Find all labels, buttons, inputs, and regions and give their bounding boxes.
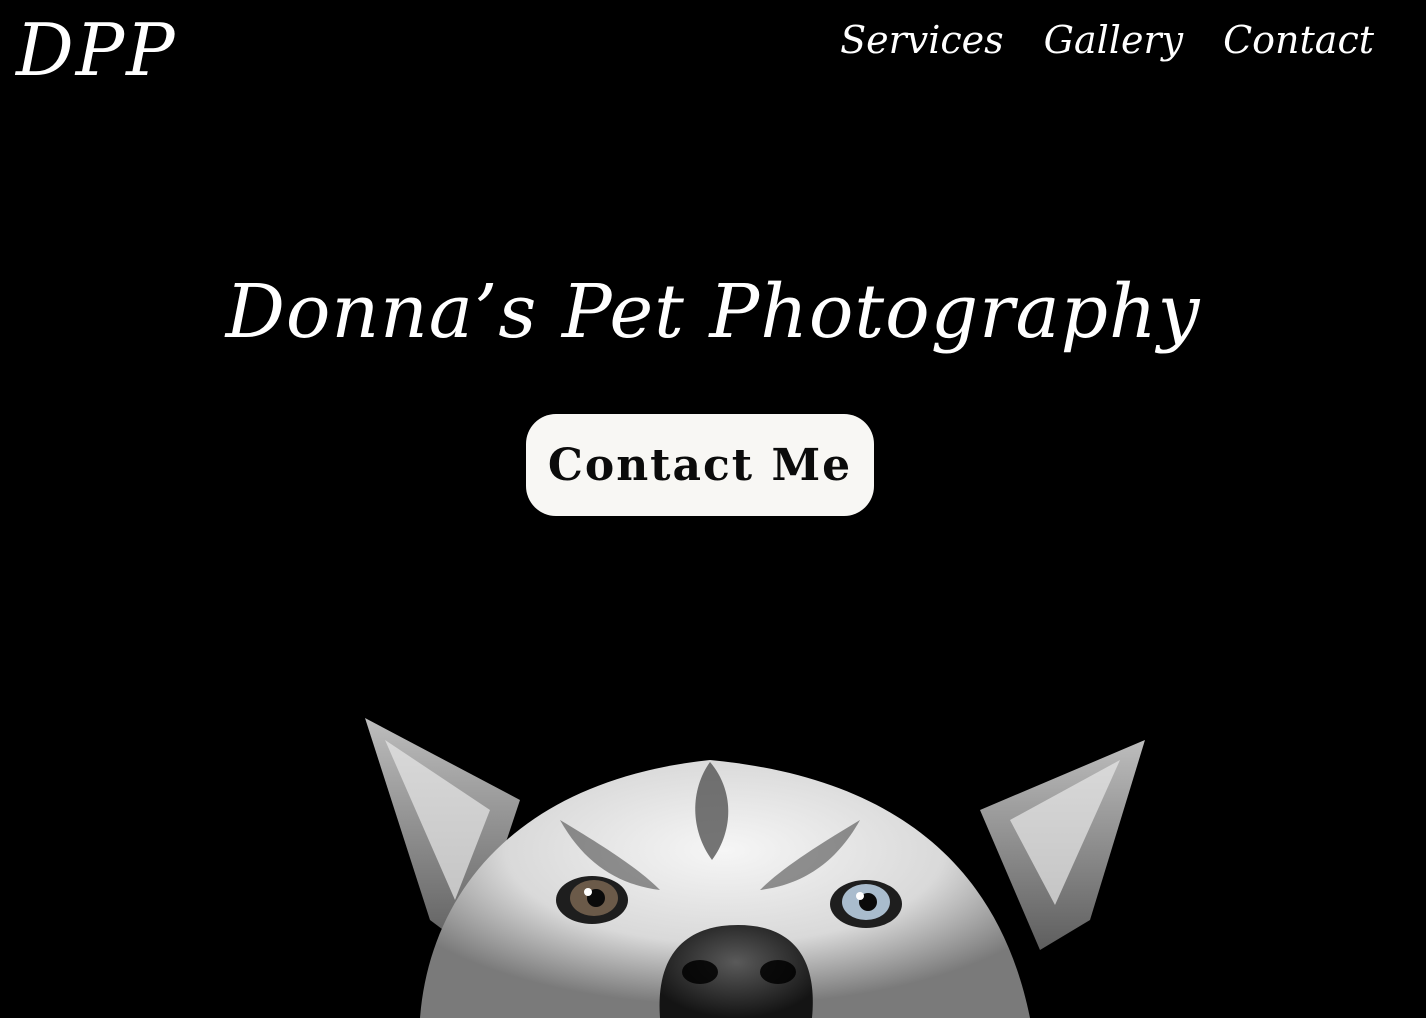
- husky-hero-image: [365, 718, 1145, 1018]
- hero-title: Donna’s Pet Photography: [225, 269, 1201, 355]
- site-logo[interactable]: DPP: [16, 14, 177, 86]
- main-nav: Services Gallery Contact: [840, 19, 1374, 62]
- nav-link-gallery[interactable]: Gallery: [1044, 19, 1183, 62]
- contact-me-button[interactable]: Contact Me: [526, 414, 874, 516]
- nav-link-services[interactable]: Services: [840, 19, 1004, 62]
- nav-link-contact[interactable]: Contact: [1223, 19, 1374, 62]
